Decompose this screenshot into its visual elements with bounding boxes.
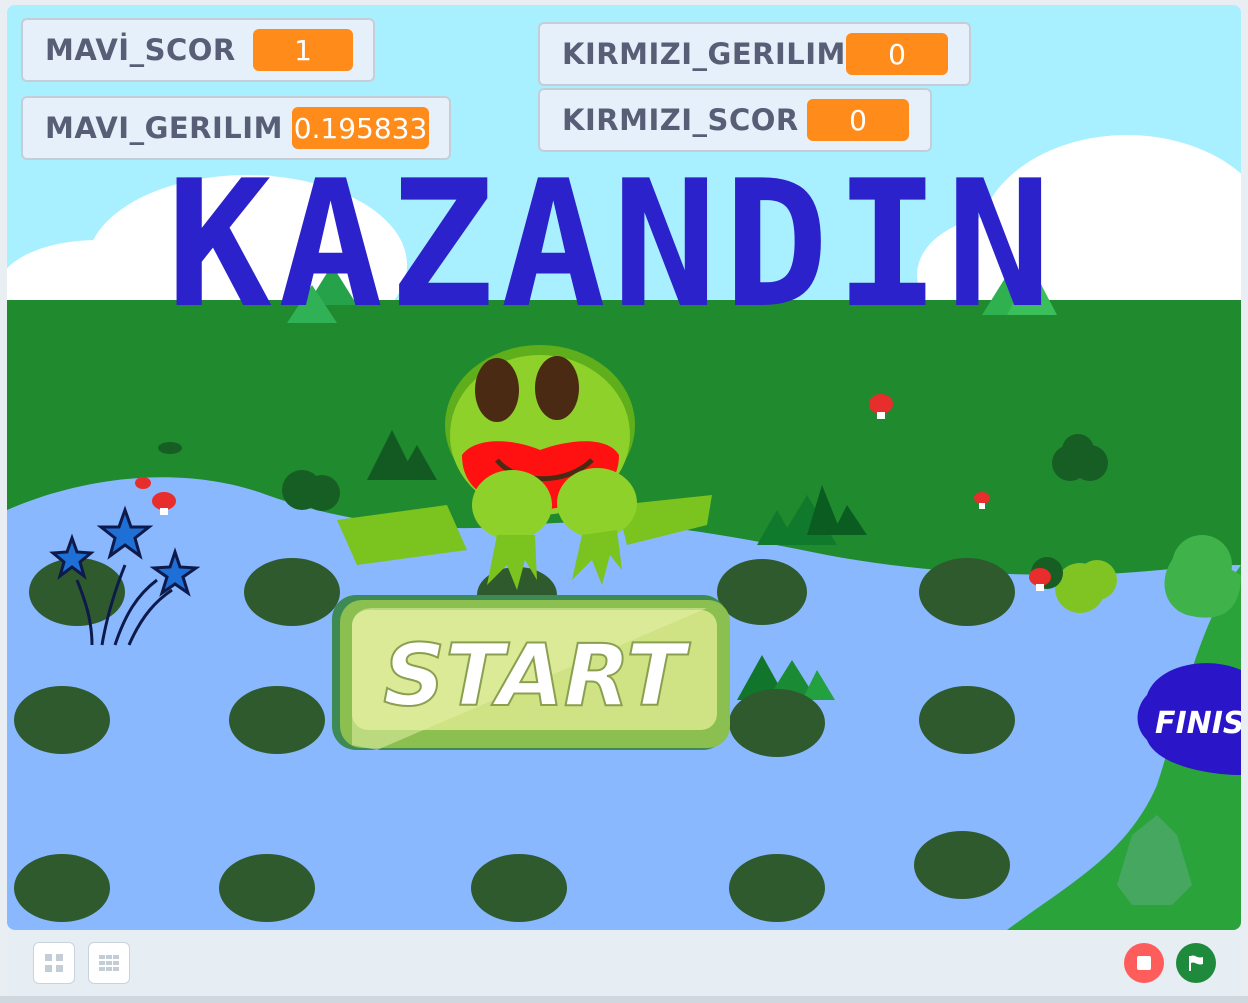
monitor-value: 0: [807, 99, 909, 141]
stop-button[interactable]: [1124, 943, 1164, 983]
stop-icon: [1137, 956, 1151, 970]
green-flag-button[interactable]: [1176, 943, 1216, 983]
monitor-value: 0.195833: [292, 107, 429, 149]
start-label: START: [383, 626, 691, 726]
monitor-mavi-gerilim[interactable]: MAVI_GERILIM 0.195833: [21, 96, 451, 160]
grid-icon: [99, 955, 119, 971]
monitor-value: 0: [846, 33, 948, 75]
title-text: KAZANDIN: [167, 144, 1058, 347]
small-stage-button[interactable]: [33, 942, 75, 984]
start-button[interactable]: START: [332, 595, 730, 750]
stage-controls-bar: [7, 930, 1241, 996]
monitor-kirmizi-scor[interactable]: KIRMIZI_SCOR 0: [538, 88, 932, 152]
monitor-kirmizi-gerilim[interactable]: KIRMIZI_GERILIM 0: [538, 22, 971, 86]
bottom-edge: [0, 996, 1248, 1003]
green-flag-icon: [1189, 955, 1203, 971]
monitor-label: KIRMIZI_SCOR: [562, 103, 799, 137]
monitor-mavi-scor[interactable]: MAVİ_SCOR 1: [21, 18, 375, 82]
monitor-label: MAVI_GERILIM: [45, 111, 283, 145]
monitor-value: 1: [253, 29, 353, 71]
small-stage-icon: [45, 954, 63, 972]
finish-label: FINIS: [1155, 706, 1241, 741]
normal-stage-button[interactable]: [88, 942, 130, 984]
stage[interactable]: KAZANDIN START FINIS MAVİ_SCOR 1 MAVI_GE…: [7, 5, 1241, 930]
monitor-label: MAVİ_SCOR: [45, 33, 236, 67]
monitor-label: KIRMIZI_GERILIM: [562, 37, 846, 71]
